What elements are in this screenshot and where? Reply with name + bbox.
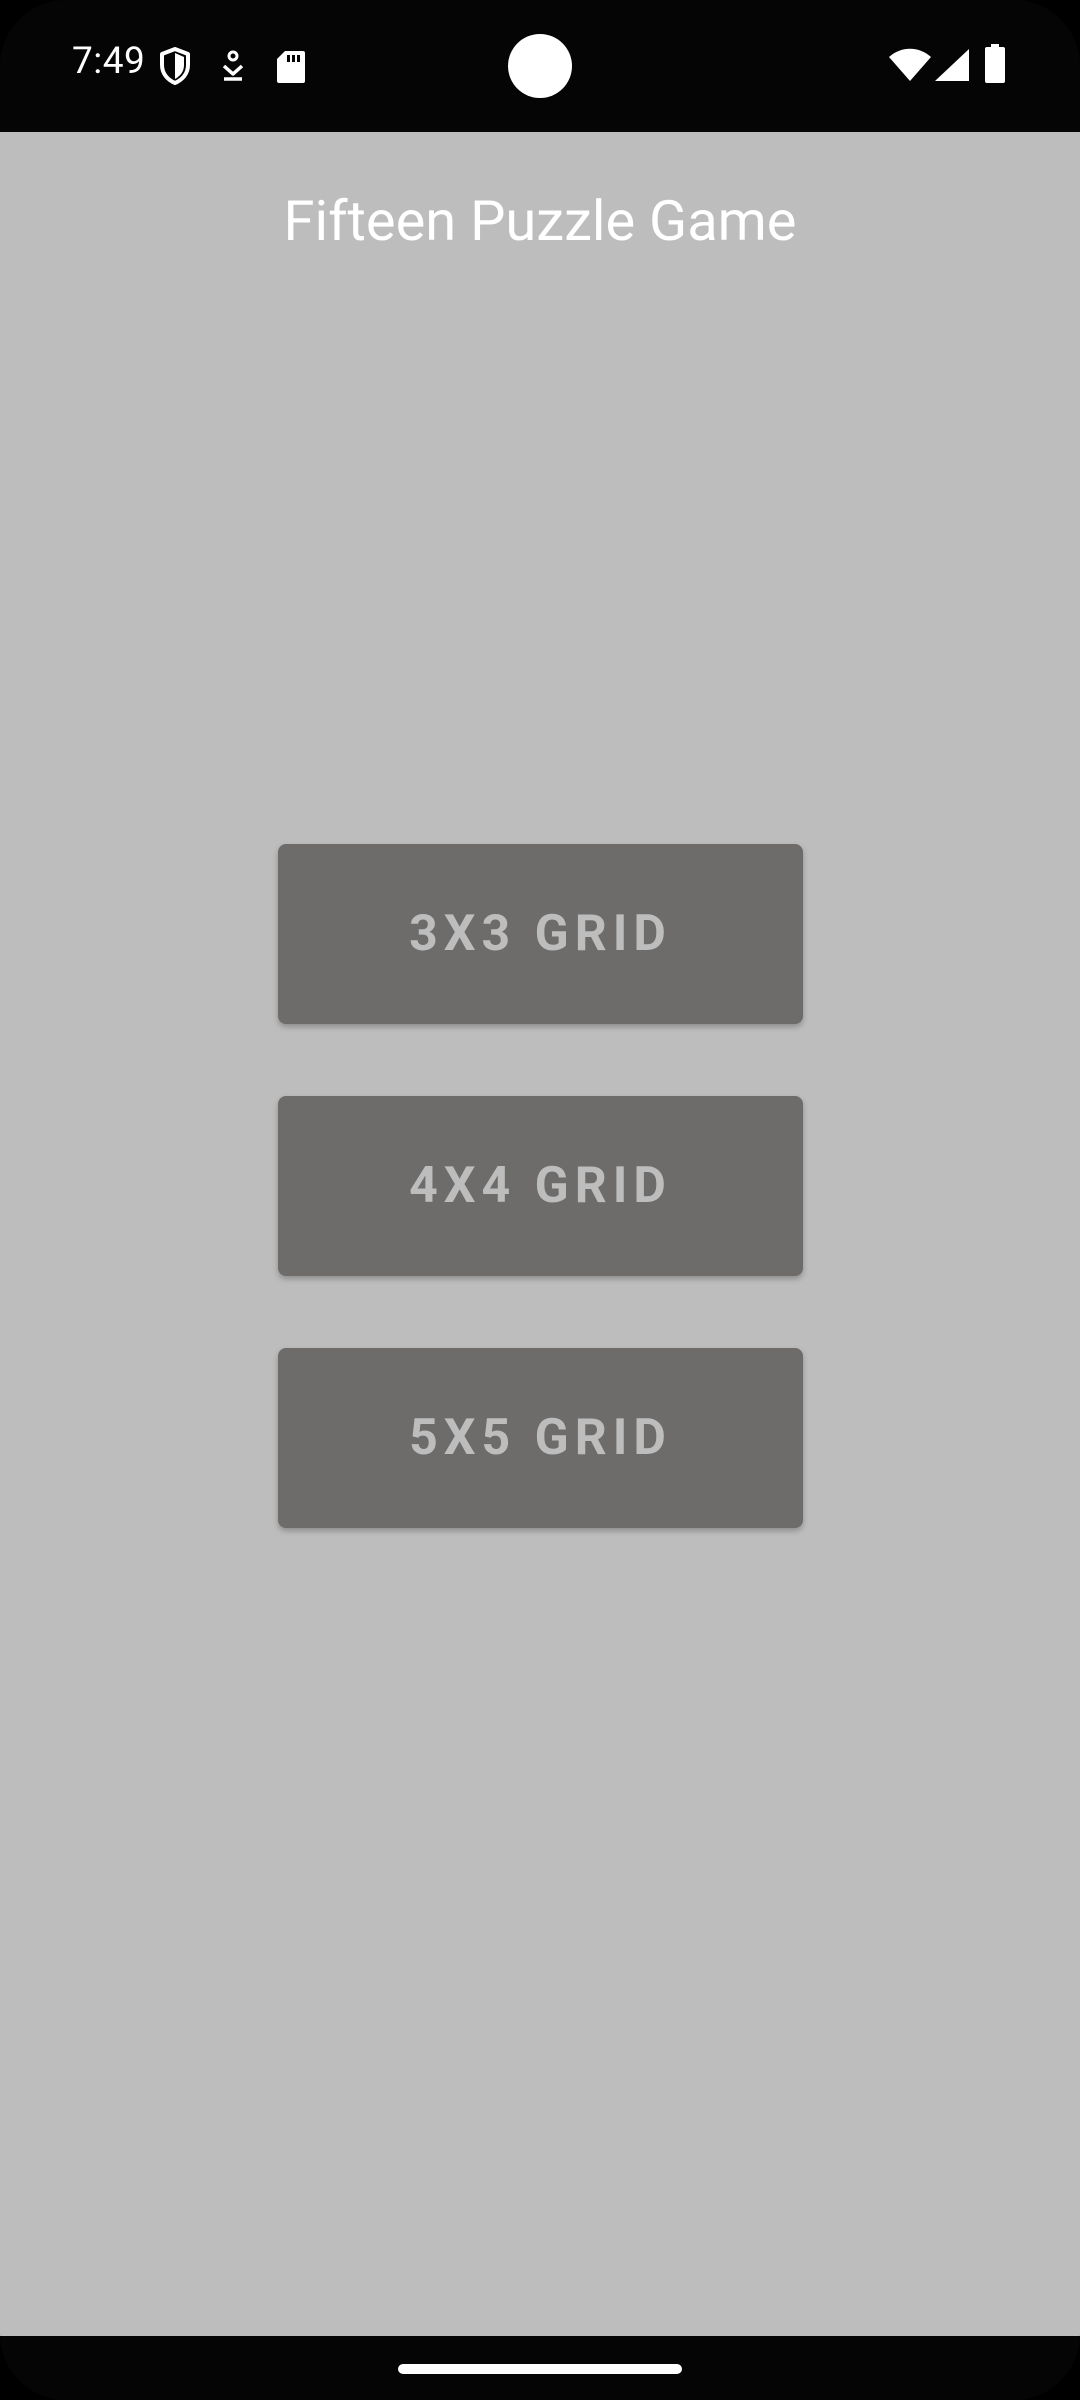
download-icon [220, 50, 246, 86]
phone-frame: 7:49 Fifteen Puzzle Game 3X3 GRID 4X4 GR… [0, 0, 1080, 2400]
battery-icon [984, 44, 1006, 88]
grid-3x3-button[interactable]: 3X3 GRID [278, 844, 803, 1024]
wifi-icon [888, 48, 932, 86]
grid-5x5-button[interactable]: 5X5 GRID [278, 1348, 803, 1528]
grid-4x4-button[interactable]: 4X4 GRID [278, 1096, 803, 1276]
signal-icon [934, 48, 970, 86]
status-bar: 7:49 [0, 0, 1080, 132]
shield-icon [158, 46, 192, 90]
front-camera [508, 34, 572, 98]
sd-card-icon [276, 50, 306, 88]
home-gesture-handle[interactable] [398, 2364, 682, 2374]
status-time: 7:49 [72, 40, 146, 83]
app-title: Fifteen Puzzle Game [283, 188, 797, 254]
